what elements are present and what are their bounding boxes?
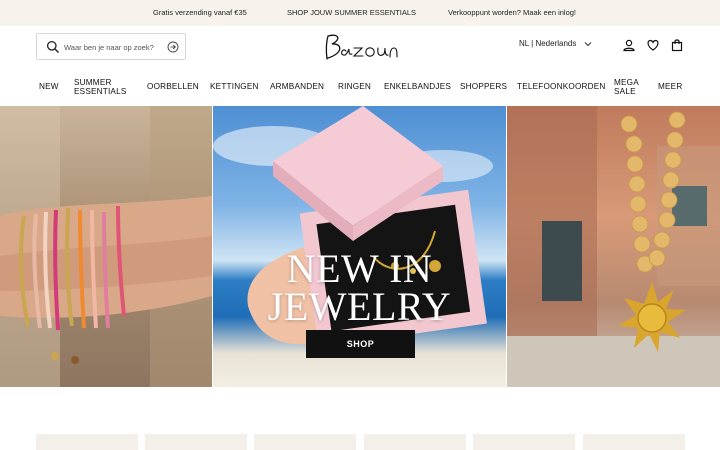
announcement-shipping[interactable]: Gratis verzending vanaf €35 (153, 0, 247, 26)
nav-item-armbanden[interactable]: ARMBANDEN (270, 82, 324, 91)
nav-item-mega-sale-line1: MEGA (614, 78, 639, 87)
hero-banner[interactable]: NEW IN JEWELRY SHOP (0, 106, 720, 387)
category-card[interactable] (145, 434, 247, 450)
hero-title-line1: NEW IN (286, 246, 433, 291)
nav-item-meer[interactable]: MEER (658, 82, 682, 91)
hero-title-line2: JEWELRY (267, 284, 452, 329)
category-card[interactable] (583, 434, 685, 450)
nav-item-summer-essentials-line1: SUMMER (74, 78, 112, 87)
category-cards (0, 434, 720, 450)
nav-item-mega-sale-line2: SALE (614, 87, 636, 96)
search-input[interactable] (64, 39, 168, 55)
nav-item-new[interactable]: NEW (39, 82, 59, 91)
heart-icon[interactable] (646, 38, 660, 52)
nav-item-ringen[interactable]: RINGEN (338, 82, 371, 91)
nav-item-kettingen[interactable]: KETTINGEN (210, 82, 259, 91)
announcement-reseller[interactable]: Verkooppunt worden? Maak een inlog! (448, 0, 576, 26)
main-navigation: NEW SUMMER ESSENTIALS OORBELLEN KETTINGE… (0, 68, 720, 106)
hero-image-bracelets (0, 106, 212, 387)
nav-item-summer-essentials[interactable]: SUMMER ESSENTIALS (74, 78, 127, 96)
nav-item-enkelbandjes[interactable]: ENKELBANDJES (384, 82, 451, 91)
necklace-illustration (507, 106, 720, 387)
nav-item-telefoonkoorden[interactable]: TELEFOONKOORDEN (517, 82, 606, 91)
search-icon[interactable] (46, 40, 60, 54)
arrow-circle-icon[interactable] (167, 41, 179, 53)
bazou-logo[interactable] (318, 29, 402, 65)
shop-button[interactable]: SHOP (306, 330, 415, 358)
bag-icon[interactable] (670, 38, 684, 52)
search-box[interactable] (36, 33, 186, 60)
language-label: NL | Nederlands (519, 39, 577, 48)
nav-item-shoppers[interactable]: SHOPPERS (460, 82, 507, 91)
nav-item-summer-essentials-line2: ESSENTIALS (74, 87, 127, 96)
site-header: NL | Nederlands (0, 26, 720, 68)
announcement-bar: Gratis verzending vanaf €35 SHOP JOUW SU… (0, 0, 720, 26)
hero-image-necklace (507, 106, 720, 387)
category-card[interactable] (364, 434, 466, 450)
nav-item-mega-sale[interactable]: MEGA SALE (614, 78, 639, 96)
hero-title: NEW IN JEWELRY (213, 246, 506, 329)
bracelets-illustration (0, 106, 212, 387)
category-card[interactable] (473, 434, 575, 450)
chevron-down-icon (585, 41, 592, 46)
nav-item-oorbellen[interactable]: OORBELLEN (147, 82, 199, 91)
user-icon[interactable] (622, 38, 636, 52)
category-card[interactable] (36, 434, 138, 450)
announcement-summer[interactable]: SHOP JOUW SUMMER ESSENTIALS (287, 0, 416, 26)
category-card[interactable] (254, 434, 356, 450)
language-selector[interactable]: NL | Nederlands (519, 39, 592, 48)
